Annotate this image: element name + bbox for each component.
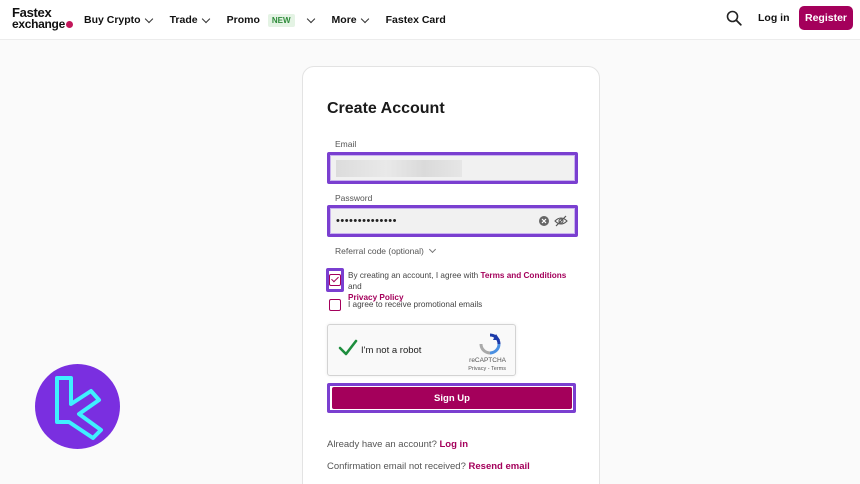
promo-emails-checkbox[interactable]	[329, 299, 341, 311]
resend-email-link[interactable]: Resend email	[469, 461, 530, 472]
recaptcha-brand-text: reCAPTCHA	[469, 357, 506, 364]
terms-agreement-text: By creating an account, I agree with Ter…	[348, 270, 570, 303]
confirmation-line: Confirmation email not received? Resend …	[327, 461, 530, 472]
chevron-down-icon	[360, 14, 369, 23]
brand-mark-icon	[55, 376, 103, 440]
logo-dot-icon	[65, 21, 73, 28]
email-label: Email	[335, 139, 357, 149]
captcha-checkmark-icon[interactable]	[338, 338, 358, 358]
terms-prefix: By creating an account, I agree with	[348, 271, 481, 280]
recaptcha-widget[interactable]: I'm not a robot reCAPTCHA Privacy - Term…	[327, 324, 516, 376]
recaptcha-terms-link[interactable]: Privacy - Terms	[328, 366, 514, 372]
register-button[interactable]: Register	[799, 6, 853, 30]
page-title: Create Account	[327, 100, 445, 117]
email-field[interactable]	[327, 152, 578, 184]
password-value: ••••••••••••••	[336, 215, 397, 227]
have-account-line: Already have an account? Log in	[327, 439, 468, 450]
sign-up-button[interactable]: Sign Up	[332, 387, 572, 409]
referral-code-label: Referral code (optional)	[335, 246, 424, 256]
terms-checkbox[interactable]	[329, 274, 341, 286]
main-nav: Buy Crypto Trade Promo NEW More Fastex C…	[84, 0, 464, 40]
eye-off-icon[interactable]	[554, 214, 568, 228]
nav-trade-label: Trade	[169, 14, 198, 26]
recaptcha-logo-icon	[479, 333, 501, 355]
password-label: Password	[335, 193, 373, 203]
nav-trade[interactable]: Trade	[169, 14, 210, 26]
password-field[interactable]: ••••••••••••••	[327, 205, 578, 237]
nav-promo[interactable]: Promo NEW	[226, 13, 315, 27]
nav-promo-label: Promo	[226, 14, 260, 26]
captcha-label: I'm not a robot	[361, 345, 422, 356]
fastex-logo[interactable]: Fastex exchange	[12, 6, 73, 31]
chevron-down-icon	[306, 14, 315, 23]
new-badge: NEW	[267, 13, 295, 27]
nav-buy-crypto-label: Buy Crypto	[84, 14, 141, 26]
nav-fastex-card[interactable]: Fastex Card	[386, 14, 446, 26]
checkmark-icon	[331, 274, 339, 283]
header-login-link[interactable]: Log in	[758, 12, 790, 24]
nav-more[interactable]: More	[331, 14, 369, 26]
brand-watermark-logo	[35, 364, 120, 449]
clear-input-icon[interactable]	[539, 216, 549, 226]
promo-emails-label: I agree to receive promotional emails	[348, 300, 483, 309]
search-icon[interactable]	[726, 10, 742, 26]
logo-text-exchange: exchange	[12, 17, 65, 31]
confirmation-text: Confirmation email not received?	[327, 461, 469, 472]
have-account-text: Already have an account?	[327, 439, 440, 450]
nav-more-label: More	[331, 14, 357, 26]
referral-code-toggle[interactable]: Referral code (optional)	[335, 245, 436, 256]
email-value-redacted	[336, 160, 462, 177]
nav-buy-crypto[interactable]: Buy Crypto	[84, 14, 153, 26]
top-navigation-bar: Fastex exchange Buy Crypto Trade Promo N…	[0, 0, 860, 40]
chevron-down-icon	[201, 14, 210, 23]
chevron-down-icon	[428, 245, 436, 254]
nav-fastex-card-label: Fastex Card	[385, 14, 446, 26]
terms-and: and	[348, 282, 362, 291]
terms-and-conditions-link[interactable]: Terms and Conditions	[480, 271, 566, 280]
chevron-down-icon	[144, 14, 153, 23]
login-link[interactable]: Log in	[440, 439, 469, 450]
